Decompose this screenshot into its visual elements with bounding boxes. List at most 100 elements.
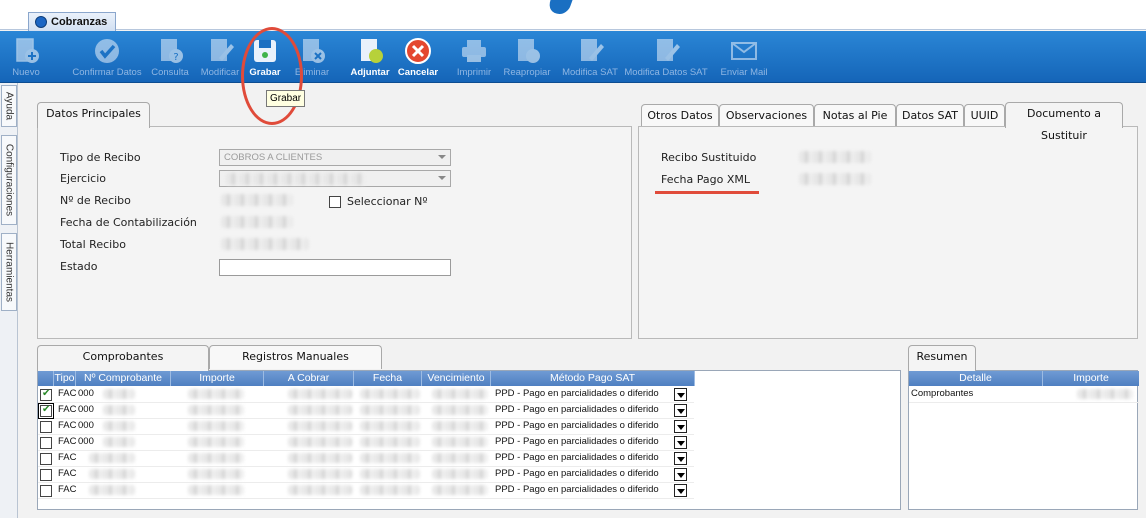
side-tab-ayuda[interactable]: Ayuda [1, 85, 17, 127]
chevron-down-icon [438, 176, 446, 180]
metodo-pago-dropdown[interactable] [674, 436, 687, 449]
metodo-pago-dropdown[interactable] [674, 388, 687, 401]
moddatossat-button[interactable]: Modifica Datos SAT [622, 33, 710, 81]
metodo-pago-dropdown[interactable] [674, 468, 687, 481]
fecha-value [360, 437, 420, 447]
printer-icon [462, 40, 486, 62]
metodo-pago-dropdown[interactable] [674, 452, 687, 465]
tab-datos-sat[interactable]: Datos SAT [896, 104, 964, 128]
metodo-pago-dropdown[interactable] [674, 484, 687, 497]
tab-observaciones[interactable]: Observaciones [719, 104, 814, 128]
tab-otros-datos[interactable]: Otros Datos [641, 104, 719, 128]
col-m-todo-pago-sat[interactable]: Método Pago SAT [491, 371, 695, 386]
app-window: Cobranzas Nuevo Confirmar Datos? Consulta M… [0, 0, 1146, 518]
new-doc-icon [16, 38, 39, 63]
table-row[interactable]: FAC000 PPD - Pago en parcialidades o dife… [38, 435, 694, 451]
comprobante-prefix: 000 [78, 388, 94, 399]
row-checkbox[interactable] [40, 453, 52, 465]
mail-icon [731, 42, 757, 60]
importe-value [188, 437, 244, 447]
tab-uuid[interactable]: UUID [964, 104, 1005, 128]
highlight-underline [655, 191, 759, 194]
total-recibo-value [221, 238, 309, 250]
seleccionar-checkbox[interactable] [329, 196, 341, 208]
row-checkbox[interactable] [40, 437, 52, 449]
row-checkbox[interactable] [40, 485, 52, 497]
tab-comprobantes[interactable]: Comprobantes [37, 345, 209, 371]
tab-documento-a-sustituir[interactable]: Documento a Sustituir [1005, 102, 1123, 142]
tipo-cell: FAC [58, 484, 77, 495]
brand-swoosh-icon [545, 0, 573, 14]
nuevo-label: Nuevo [12, 67, 40, 78]
consulta-button[interactable]: ? Consulta [145, 33, 195, 81]
imprimir-button[interactable]: Imprimir [446, 33, 502, 81]
documento-sustituir-panel: Recibo Sustituido Fecha Pago XML [638, 126, 1138, 339]
fecha-pago-xml-value [799, 173, 871, 185]
col-vencimiento[interactable]: Vencimiento [422, 371, 491, 386]
reapropiar-button[interactable]: Reapropiar [497, 33, 557, 81]
metodo-pago-cell: PPD - Pago en parcialidades o diferido [495, 436, 659, 447]
mail-label: Enviar Mail [720, 67, 768, 78]
metodo-pago-dropdown[interactable] [674, 404, 687, 417]
side-tab-label: Ayuda [3, 91, 15, 121]
window-tab-cobranzas[interactable]: Cobranzas [28, 12, 117, 31]
cancelar-button[interactable]: Cancelar [396, 33, 440, 81]
tab-notas-al-pie[interactable]: Notas al Pie [814, 104, 896, 128]
side-tab-herramientas[interactable]: Herramientas [1, 233, 17, 311]
importe-value [188, 453, 244, 463]
table-row[interactable]: FAC000 PPD - Pago en parcialidades o dife… [38, 387, 694, 403]
tab-registros-manuales[interactable]: Registros Manuales [209, 345, 382, 369]
recibo-sustituido-value [799, 151, 871, 163]
confirmar-label: Confirmar Datos [72, 67, 142, 78]
tipo-recibo-select[interactable]: COBROS A CLIENTES [219, 149, 451, 166]
nro-recibo-label: Nº de Recibo [60, 194, 131, 207]
metodo-pago-cell: PPD - Pago en parcialidades o diferido [495, 452, 659, 463]
table-row[interactable]: FAC000 PPD - Pago en parcialidades o dife… [38, 403, 694, 419]
confirmar-button[interactable]: Confirmar Datos [58, 33, 156, 81]
cobranzas-tab-icon [35, 16, 47, 28]
importe-value [188, 405, 244, 415]
col-a-cobrar[interactable]: A Cobrar [264, 371, 354, 386]
side-tab-label: Herramientas [3, 241, 15, 303]
nuevo-button[interactable]: Nuevo [6, 33, 46, 81]
table-row[interactable]: FAC PPD - Pago en parcialidades o diferid… [38, 467, 694, 483]
col-fecha[interactable]: Fecha [354, 371, 422, 386]
row-checkbox[interactable] [40, 421, 52, 433]
total-recibo-label: Total Recibo [60, 238, 126, 251]
table-row[interactable]: FAC PPD - Pago en parcialidades o diferid… [38, 451, 694, 467]
tab-datos-principales[interactable]: Datos Principales [37, 102, 150, 128]
edit-doc-icon [211, 39, 234, 61]
adjuntar-button[interactable]: Adjuntar [346, 33, 394, 81]
metodo-pago-dropdown[interactable] [674, 420, 687, 433]
metodo-pago-cell: PPD - Pago en parcialidades o diferido [495, 404, 659, 415]
fecha-value [360, 453, 420, 463]
modsat-button[interactable]: Modifica SAT [557, 33, 623, 81]
estado-label: Estado [60, 260, 98, 273]
table-row[interactable]: FAC000 PPD - Pago en parcialidades o dife… [38, 419, 694, 435]
col-n-comprobante[interactable]: Nº Comprobante [76, 371, 171, 386]
edit-sat-icon [581, 39, 604, 61]
col-detalle: Detalle [909, 371, 1043, 386]
chevron-down-icon [438, 155, 446, 159]
vencimiento-value [432, 421, 488, 431]
col-importe[interactable]: Importe [171, 371, 264, 386]
modificar-button[interactable]: Modificar [196, 33, 244, 81]
tipo-cell: FAC [58, 452, 77, 463]
resumen-grid: Detalle Importe Comprobantes [908, 370, 1139, 510]
table-row[interactable]: FAC PPD - Pago en parcialidades o diferid… [38, 483, 694, 499]
ejercicio-select[interactable] [219, 170, 451, 187]
cancel-icon [405, 38, 431, 64]
resumen-importe-value [1077, 389, 1133, 399]
mail-button[interactable]: Enviar Mail [716, 33, 772, 81]
reassign-doc-icon [518, 39, 540, 63]
cancelar-label: Cancelar [397, 67, 439, 78]
estado-field[interactable] [219, 259, 451, 276]
tab-resumen[interactable]: Resumen [908, 345, 976, 371]
main-toolbar: Nuevo Confirmar Datos? Consulta Modificar Gr… [0, 31, 1146, 83]
col-tipo[interactable]: Tipo [54, 371, 76, 386]
resumen-row[interactable]: Comprobantes [909, 387, 1139, 403]
side-tab-configuraciones[interactable]: Configuraciones [1, 135, 17, 225]
row-checkbox[interactable] [40, 388, 52, 401]
row-checkbox[interactable] [38, 403, 54, 419]
row-checkbox[interactable] [40, 469, 52, 481]
